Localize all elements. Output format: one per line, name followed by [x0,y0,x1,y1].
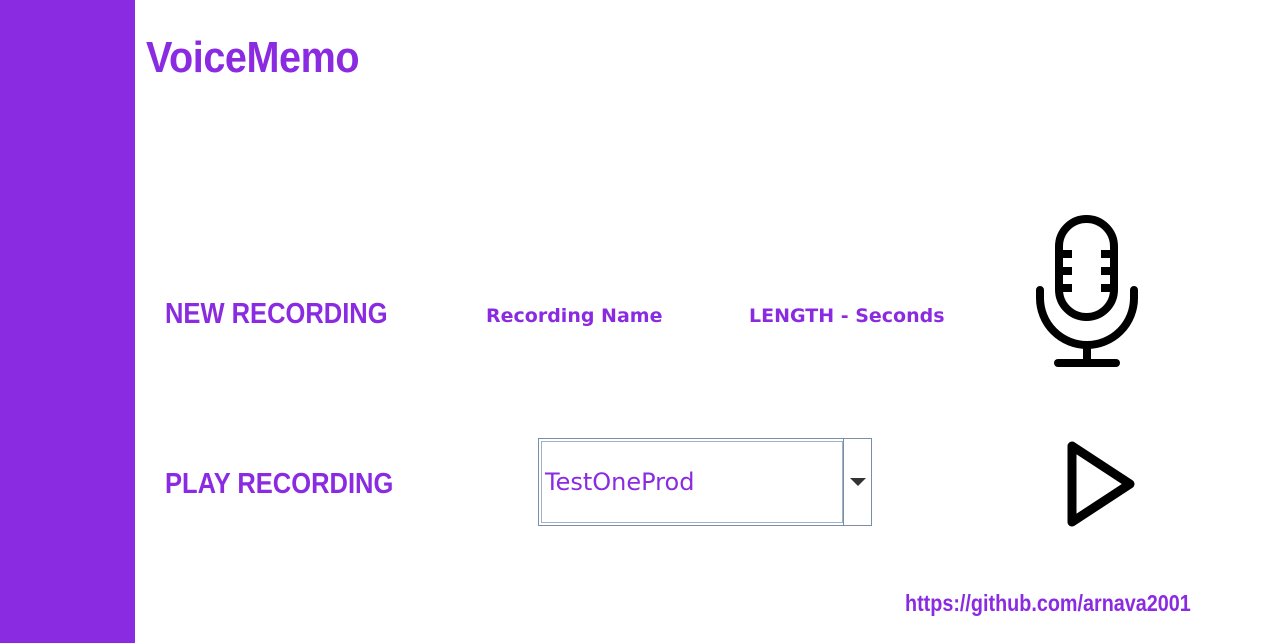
play-recording-label: PLAY RECORDING [165,468,394,500]
github-link[interactable]: https://github.com/arnava2001 [905,589,1191,617]
app-window: VoiceMemo NEW RECORDING Recording Name L… [0,0,1269,643]
microphone-icon [1036,215,1138,367]
record-button[interactable] [1030,212,1146,374]
sidebar [0,0,135,643]
recording-name-field[interactable]: Recording Name [486,303,662,329]
chevron-down-icon [849,478,866,486]
recording-select[interactable]: TestOneProd [538,438,872,526]
new-recording-label: NEW RECORDING [165,298,388,330]
play-icon [1067,441,1135,527]
recording-select-toggle[interactable] [843,439,871,525]
recording-length-field[interactable]: LENGTH - Seconds [749,303,945,329]
play-button[interactable] [1060,436,1144,532]
app-title: VoiceMemo [146,33,360,82]
recording-select-value[interactable]: TestOneProd [541,441,843,523]
